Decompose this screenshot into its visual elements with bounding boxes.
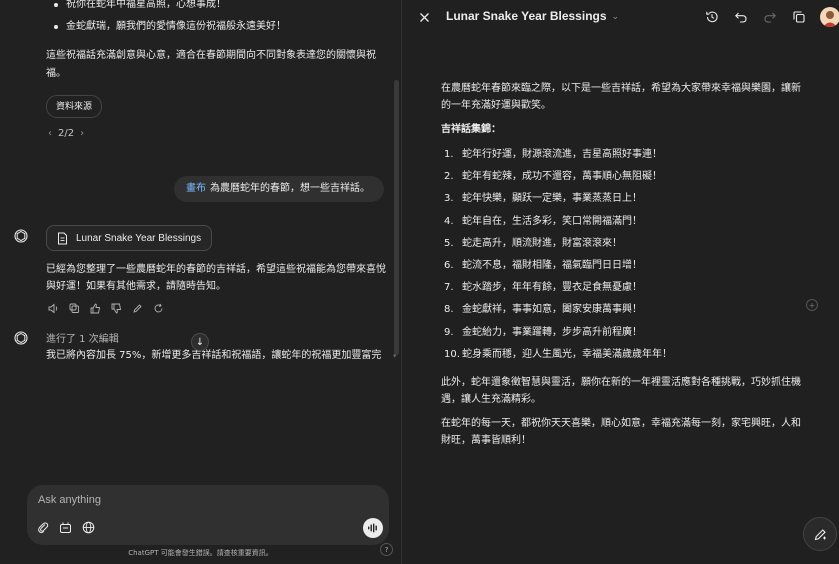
- blessing-list: 1. 蛇年行好運，財源滾流進，吉星高照好事連！ 2. 蛇年有蛇辣，成功不還容，萬事順…: [441, 144, 801, 366]
- speaker-icon[interactable]: [48, 303, 59, 314]
- waveform-icon: [368, 523, 377, 533]
- list-number: 7.: [444, 282, 454, 294]
- list-number: 8.: [444, 304, 454, 316]
- list-item: 5. 蛇走高升，順流財進，財富滾滾來！: [441, 233, 801, 255]
- arrow-down-icon: ↓: [195, 336, 205, 348]
- list-item: 10. 蛇身乘而穩，迎人生風光，幸福美滿歲歲年年！: [441, 344, 801, 366]
- help-button[interactable]: ?: [380, 543, 393, 556]
- list-item: 7. 蛇水踏步，年年有餘，豐衣足食無憂慮！: [441, 277, 801, 299]
- chevron-down-icon: ⌄: [611, 10, 620, 21]
- list-text: 金蛇獻祥，事事如意，闔家安康萬事興！: [462, 304, 642, 316]
- chevron-left-icon[interactable]: ‹: [48, 128, 52, 139]
- list-text: 蛇水踏步，年年有餘，豐衣足食無憂慮！: [462, 282, 642, 294]
- list-item: 1. 蛇年行好運，財源滾流進，吉星高照好事連！: [441, 144, 801, 166]
- canvas-title: Lunar Snake Year Blessings: [446, 9, 607, 23]
- chevron-right-icon[interactable]: ›: [80, 128, 84, 139]
- list-text: 蛇年自在，生活多彩，笑口常開福滿門！: [462, 215, 642, 227]
- list-number: 6.: [444, 259, 454, 271]
- chatgpt-logo-icon: [14, 331, 28, 345]
- chat-scrollbar[interactable]: [394, 80, 399, 355]
- section-heading: 吉祥話集錦：: [441, 124, 501, 135]
- chatgpt-logo-icon: [14, 229, 28, 243]
- canvas-paragraph: 在蛇年的每一天，都祝你天天喜樂，順心如意，幸福充滿每一刻，家宅興旺，人和財旺，萬…: [441, 417, 801, 446]
- copy-icon[interactable]: [69, 303, 80, 314]
- canvas-chip-label: Lunar Snake Year Blessings: [76, 232, 202, 244]
- assistant-reply: 已經為您整理了一些農曆蛇年的春節的吉祥話，希望這些祝福能為您帶來喜悅與好運！如果…: [46, 264, 386, 292]
- tools-icon[interactable]: [57, 519, 73, 535]
- scroll-fade: [0, 360, 401, 390]
- edit-suggestions-button[interactable]: [803, 517, 837, 551]
- avatar[interactable]: [820, 7, 839, 27]
- list-text: 蛇流不息，福財相隆，福氣臨門日日增！: [462, 259, 642, 271]
- add-comment-icon[interactable]: +: [806, 299, 818, 311]
- list-number: 9.: [444, 326, 454, 338]
- list-item: 4. 蛇年自在，生活多彩，笑口常開福滿門！: [441, 211, 801, 233]
- list-item: 祝你在蛇年中福星高照，心想事成！: [46, 0, 386, 16]
- list-text: 蛇年有蛇辣，成功不還容，萬事順心無阻礙！: [462, 171, 662, 183]
- list-text: 蛇年快樂，顯跃一定樂，事業蒸蒸日上！: [462, 193, 642, 205]
- blessing-bullet-list: 祝你在蛇年中福星高照，心想事成！ 金蛇獻瑞，願我們的愛情像這份祝福般永遠美好！: [46, 0, 386, 38]
- list-number: 5.: [444, 237, 454, 249]
- redo-icon[interactable]: [762, 9, 778, 25]
- list-item: 3. 蛇年快樂，顯跃一定樂，事業蒸蒸日上！: [441, 188, 801, 210]
- undo-icon[interactable]: [733, 9, 749, 25]
- list-item: 8. 金蛇獻祥，事事如意，闔家安康萬事興！: [441, 299, 801, 321]
- thumbs-up-icon[interactable]: [90, 303, 101, 314]
- message-actions: [48, 303, 164, 314]
- prompt-input[interactable]: [38, 491, 368, 509]
- document-icon: [58, 232, 67, 244]
- canvas-pane: Lunar Snake Year Blessings ⌄ 在農曆蛇年春節來臨之際…: [401, 0, 839, 564]
- close-canvas-button[interactable]: [416, 9, 432, 25]
- globe-icon[interactable]: [80, 519, 96, 535]
- list-number: 2.: [444, 171, 454, 183]
- canvas-title-menu[interactable]: Lunar Snake Year Blessings ⌄: [446, 9, 619, 23]
- chat-pane: 祝你在蛇年中福星高照，心想事成！ 金蛇獻瑞，願我們的愛情像這份祝福般永遠美好！ …: [0, 0, 401, 564]
- response-pager: ‹ 2/2 ›: [48, 128, 84, 139]
- canvas-intro: 在農曆蛇年春節來臨之際，以下是一些吉祥話，希望為大家帶來幸福與樂園，讓新的一年充…: [441, 83, 801, 111]
- scroll-down-caret-icon[interactable]: ▾: [393, 352, 397, 360]
- canvas-paragraph: 此外，蛇年還象徵智慧與靈活，願你在新的一年裡靈活應對各種挑戰，巧妙抓住機遇，讓人…: [441, 376, 801, 405]
- scroll-to-bottom-button[interactable]: ↓: [191, 333, 209, 351]
- canvas-document-chip[interactable]: Lunar Snake Year Blessings: [46, 225, 212, 251]
- version-history-icon[interactable]: [704, 9, 720, 25]
- close-icon: [419, 12, 429, 22]
- copy-icon[interactable]: [791, 9, 807, 25]
- disclaimer-text: ChatGPT 可能會發生錯誤。請查核重要資訊。: [128, 549, 273, 557]
- paperclip-icon[interactable]: [35, 519, 51, 535]
- list-number: 1.: [444, 149, 454, 160]
- list-number: 4.: [444, 215, 454, 227]
- pager-label: 2/2: [58, 128, 75, 139]
- thumbs-down-icon[interactable]: [111, 303, 122, 314]
- list-item: 9. 金蛇紿力，事業躍轉，步步高升前程廣！: [441, 322, 801, 344]
- assistant-summary: 這些祝福話充滿創意與心意，適合在春節期間向不同對象表達您的關懷與祝福。: [46, 50, 376, 79]
- list-text: 蛇身乘而穩，迎人生風光，幸福美滿歲歲年年！: [462, 348, 672, 360]
- list-item: 2. 蛇年有蛇辣，成功不還容，萬事順心無阻礙！: [441, 166, 801, 188]
- message-composer: [27, 485, 389, 545]
- voice-mode-button[interactable]: [363, 518, 383, 538]
- list-number: 3.: [444, 193, 454, 205]
- list-text: 蛇走高升，順流財進，財富滾滾來！: [462, 237, 622, 249]
- canvas-mention: 畫布: [186, 183, 206, 194]
- regenerate-icon[interactable]: [153, 303, 164, 314]
- user-message-bubble: 畫布 為農曆蛇年的春節，想一些吉祥話。: [174, 176, 384, 202]
- pencil-sparkle-icon: [814, 528, 826, 540]
- list-number: 10.: [444, 348, 460, 360]
- list-text: 蛇年行好運，財源滾流進，吉星高照好事連！: [462, 149, 662, 160]
- list-item: 6. 蛇流不息，福財相隆，福氣臨門日日增！: [441, 255, 801, 277]
- canvas-document[interactable]: 在農曆蛇年春節來臨之際，以下是一些吉祥話，希望為大家帶來幸福與樂園，讓新的一年充…: [441, 80, 801, 456]
- list-text: 金蛇紿力，事業躍轉，步步高升前程廣！: [462, 326, 642, 338]
- edit-count-note[interactable]: 進行了 1 次編輯: [46, 330, 119, 345]
- edit-in-canvas-icon[interactable]: [132, 303, 143, 314]
- list-item: 金蛇獻瑞，願我們的愛情像這份祝福般永遠美好！: [46, 16, 386, 38]
- sources-button[interactable]: 資料來源: [46, 95, 103, 118]
- user-message-text: 為農曆蛇年的春節，想一些吉祥話。: [210, 183, 370, 194]
